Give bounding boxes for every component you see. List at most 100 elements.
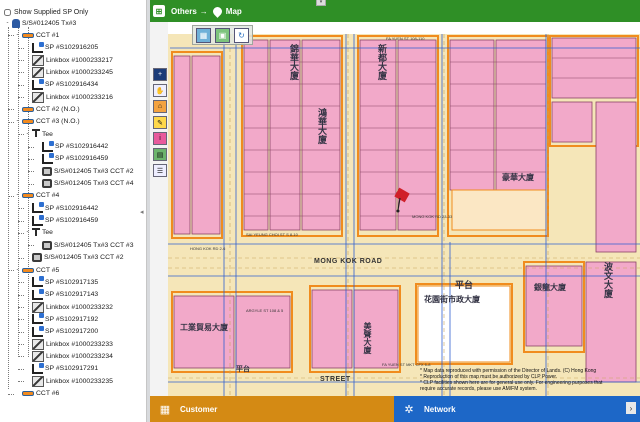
show-supplied-sp-only-checkbox[interactable]: Show Supplied SP Only bbox=[4, 7, 88, 17]
tree-node[interactable]: S/S#012405 Tx#3 CCT #2 bbox=[34, 165, 133, 177]
info-icon: i bbox=[159, 135, 161, 142]
collapse-toggle-icon[interactable]: - bbox=[24, 229, 31, 236]
supply-point-icon bbox=[32, 214, 44, 226]
layers-icon: ▦ bbox=[199, 30, 208, 40]
tree-node[interactable]: - CCT #4 bbox=[14, 190, 60, 202]
tree-node[interactable]: SP #S102916459 bbox=[24, 214, 98, 227]
print-button[interactable]: ▤ bbox=[153, 148, 167, 161]
supply-point-icon bbox=[32, 313, 44, 325]
customer-button[interactable]: ▦ Customer bbox=[150, 396, 394, 422]
locate-button[interactable]: ↻ bbox=[234, 27, 249, 43]
collapse-toggle-icon[interactable]: - bbox=[24, 131, 31, 138]
tree-node[interactable]: CCT #6 bbox=[14, 388, 59, 400]
identify-button[interactable]: i bbox=[153, 132, 167, 145]
tree-node[interactable]: Linkbox #1000233235 bbox=[24, 375, 113, 387]
building-label: 新都大廈 bbox=[377, 44, 387, 80]
tree-node[interactable]: - S/S#012405 Tx#3 bbox=[4, 17, 76, 29]
tree-node[interactable]: - Tee bbox=[24, 227, 53, 239]
supply-point-icon bbox=[32, 41, 44, 53]
network-label: Network bbox=[424, 404, 456, 414]
building-label: 平台 bbox=[455, 280, 474, 290]
tree-node[interactable]: S/S#012405 Tx#3 CCT #4 bbox=[34, 178, 133, 190]
map-note: HONG KOK RD 2-6 bbox=[190, 246, 226, 251]
home-button[interactable]: ⌂ bbox=[153, 100, 167, 113]
tree-node[interactable]: Linkbox #1000233216 bbox=[24, 91, 113, 103]
customer-icon: ▦ bbox=[159, 403, 171, 416]
building-label: 銀龍大廈 bbox=[534, 283, 566, 292]
others-icon: ⊞ bbox=[153, 5, 165, 17]
network-button[interactable]: ✲ Network › bbox=[394, 396, 640, 422]
bottom-nav: ▦ Customer ✲ Network › bbox=[150, 396, 640, 422]
tree-node-label: SP #S102916442 bbox=[55, 143, 109, 150]
tree-guide bbox=[8, 27, 9, 389]
breadcrumb-map[interactable]: Map bbox=[226, 7, 242, 16]
satellite-button[interactable]: ▣ bbox=[215, 27, 230, 43]
tree-node-label: CCT #1 bbox=[36, 31, 60, 39]
collapse-panel-icon[interactable]: ◂ bbox=[140, 208, 144, 216]
collapse-toggle-icon[interactable]: - bbox=[14, 267, 21, 274]
circuit-icon bbox=[22, 32, 34, 38]
supply-point-icon bbox=[32, 288, 44, 300]
tree-node[interactable]: Linkbox #1000233217 bbox=[24, 54, 113, 66]
tree-node[interactable]: SP #S102917192 bbox=[24, 313, 98, 325]
tree-node-label: S/S#012405 Tx#3 CCT #3 bbox=[54, 241, 134, 249]
tree-node[interactable]: CCT #2 (N.O.) bbox=[14, 103, 80, 115]
tree-node[interactable]: - Tee bbox=[24, 128, 53, 140]
linkbox-icon bbox=[32, 338, 44, 350]
tree-node[interactable]: - CCT #3 (N.O.) bbox=[14, 116, 80, 128]
tree-node[interactable]: SP #S102916442 bbox=[24, 202, 98, 214]
locate-icon: ↻ bbox=[238, 30, 245, 40]
network-icon: ✲ bbox=[404, 403, 414, 416]
map-note: MONG KOK RD 23-33 bbox=[412, 214, 453, 219]
collapse-toggle-icon[interactable]: - bbox=[14, 32, 21, 39]
building-label: 鴻華大廈 bbox=[317, 108, 327, 144]
tree-node[interactable]: SP #S102917291 bbox=[24, 362, 98, 375]
transformer-icon bbox=[42, 240, 52, 250]
tree-node[interactable]: SP #S102917135 bbox=[24, 276, 98, 288]
tree-node[interactable]: SP #S102917200 bbox=[24, 325, 98, 338]
tree-node-label: S/S#012405 Tx#3 CCT #2 bbox=[44, 254, 124, 262]
collapse-toggle-icon[interactable]: - bbox=[4, 20, 11, 27]
next-button[interactable]: › bbox=[626, 402, 636, 414]
tree-node[interactable]: SP #S102916434 bbox=[24, 78, 99, 91]
transformer-icon bbox=[42, 166, 52, 176]
pan-button[interactable]: ✋ bbox=[153, 84, 167, 97]
tree-node-label: Linkbox #1000233245 bbox=[46, 68, 113, 76]
collapse-toggle-icon[interactable]: - bbox=[14, 192, 21, 199]
supply-point-icon bbox=[32, 202, 44, 214]
legend-icon: ☰ bbox=[156, 167, 164, 175]
map-view[interactable]: 錦華大廈 新都大廈 鴻華大廈 平台 花園街市政大廈 工業貿易大廈 美聲大廈 波文… bbox=[150, 22, 640, 396]
linkbox-icon bbox=[32, 350, 44, 362]
collapse-toggle-icon[interactable]: - bbox=[14, 118, 21, 125]
tree-node[interactable]: SP #S102916205 bbox=[24, 41, 98, 54]
tree-node[interactable]: - CCT #5 bbox=[14, 264, 60, 276]
collapse-header-icon[interactable]: ▾ bbox=[316, 0, 326, 6]
tree-node-label: SP #S102916434 bbox=[45, 81, 99, 89]
tree-node[interactable]: S/S#012405 Tx#3 CCT #2 bbox=[24, 252, 123, 264]
tree-node[interactable]: Linkbox #1000233232 bbox=[24, 301, 113, 313]
tree-node[interactable]: Linkbox #1000233245 bbox=[24, 66, 113, 78]
tree-node[interactable]: - CCT #1 bbox=[14, 29, 60, 41]
measure-button[interactable]: ✎ bbox=[153, 116, 167, 129]
legend-button[interactable]: ☰ bbox=[153, 164, 167, 177]
tree-node[interactable]: Linkbox #1000233233 bbox=[24, 338, 113, 350]
map-toolbar: ▦ ▣ ↻ bbox=[192, 25, 253, 45]
show-supplied-sp-only-check[interactable] bbox=[4, 8, 11, 16]
tree-node[interactable]: Linkbox #1000233234 bbox=[24, 350, 113, 362]
zoom-in-button[interactable]: + bbox=[153, 68, 167, 81]
tree-node[interactable]: SP #S102916442 bbox=[34, 140, 109, 153]
breadcrumb-others[interactable]: Others bbox=[171, 7, 197, 16]
tree-node-label: SP #S102917192 bbox=[45, 315, 99, 323]
tree-node[interactable]: S/S#012405 Tx#3 CCT #3 bbox=[34, 239, 133, 251]
tree-node-label: SP #S102917135 bbox=[45, 278, 99, 286]
chevron-right-icon: › bbox=[629, 403, 633, 413]
building-label: 豪華大廈 bbox=[502, 173, 534, 182]
tree-node[interactable]: SP #S102916459 bbox=[34, 152, 108, 165]
tree-node-label: Linkbox #1000233217 bbox=[46, 56, 113, 64]
tree-node-label: CCT #4 bbox=[36, 192, 60, 200]
tree-node[interactable]: SP #S102917143 bbox=[24, 288, 98, 301]
layers-button[interactable]: ▦ bbox=[196, 27, 211, 43]
